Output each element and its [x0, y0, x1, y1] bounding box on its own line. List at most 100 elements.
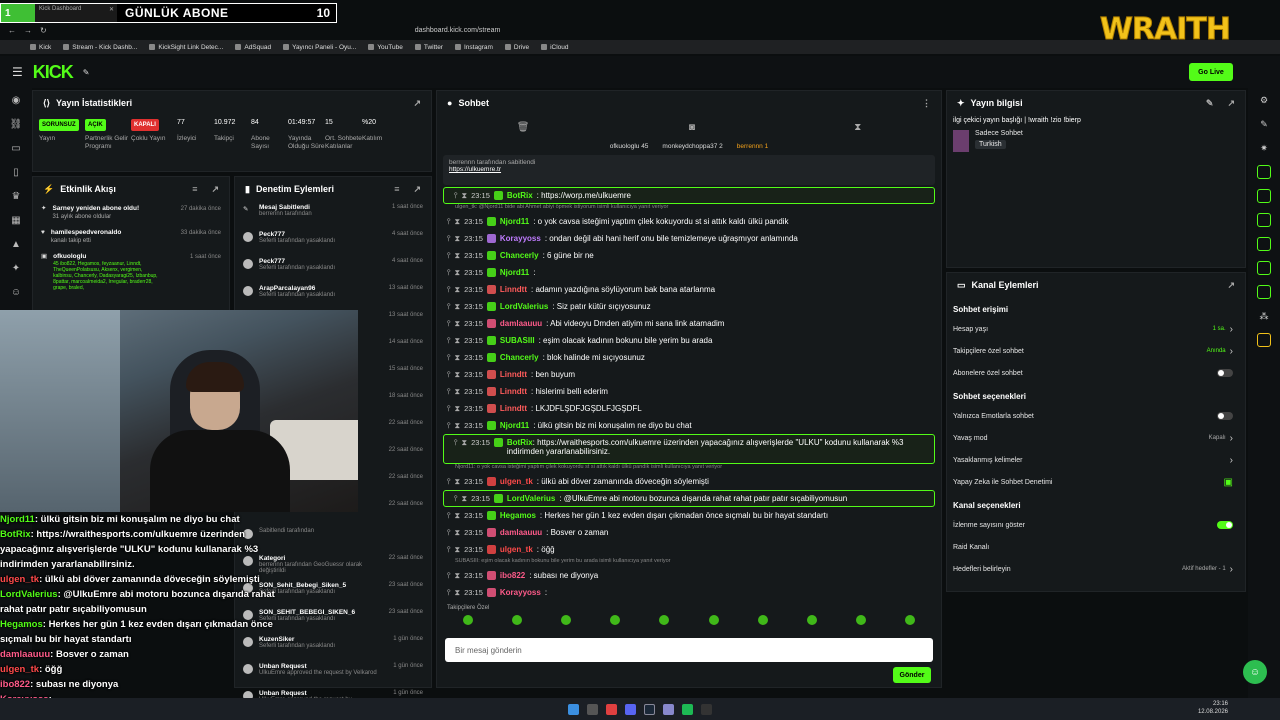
pin-action-icon[interactable]: ⫯ [447, 511, 450, 521]
message-user[interactable]: BotRix [507, 438, 533, 447]
action-control[interactable]: Kapalı › [1209, 433, 1233, 444]
action-row[interactable]: Hedefleri belirleyin Aktif hedefler - 1 › [947, 558, 1245, 580]
bookmark-item[interactable]: Kick [30, 44, 51, 51]
browser-icon[interactable] [606, 703, 617, 715]
pin-action-icon[interactable]: ⫯ [447, 217, 450, 227]
address-input[interactable]: dashboard.kick.com/stream [415, 27, 501, 34]
filter-icon[interactable]: ≡ [192, 184, 197, 194]
message-user[interactable]: Linndtt [500, 285, 527, 294]
bubble-icon[interactable]: ◙ [689, 122, 695, 133]
action-row[interactable]: Takipçilere özel sohbet Anında › [947, 340, 1245, 362]
trash-icon[interactable]: 🗑 [517, 122, 530, 133]
stream-icon[interactable]: ◉ [0, 88, 32, 112]
wrench-icon[interactable]: ✦ [0, 256, 32, 280]
obs-icon[interactable] [701, 703, 712, 715]
expand-icon[interactable]: ↗ [413, 184, 421, 195]
message-user[interactable]: Njord11 [500, 421, 529, 430]
bolt-icon[interactable] [1248, 160, 1280, 184]
pin-action-icon[interactable]: ⫯ [447, 477, 450, 487]
discord-icon[interactable] [625, 703, 636, 715]
pin-action-icon[interactable]: ⫯ [454, 438, 457, 448]
action-control[interactable]: 1 sa. › [1213, 324, 1233, 335]
action-control[interactable] [1217, 412, 1233, 420]
timeout-icon[interactable]: ⧗ [454, 336, 460, 346]
message-user[interactable]: SUBASIII [500, 336, 535, 345]
go-live-button[interactable]: Go Live [1189, 63, 1233, 81]
emote-icon[interactable] [462, 615, 473, 625]
emote-icon[interactable] [856, 615, 867, 625]
pin-action-icon[interactable]: ⫯ [447, 234, 450, 244]
pin-action-icon[interactable]: ⫯ [454, 191, 457, 201]
analytics-icon[interactable]: ▲ [0, 232, 32, 256]
emote-icon[interactable] [610, 615, 621, 625]
message-user[interactable]: damlaauuu [500, 319, 542, 328]
action-row[interactable]: Yasaklanmış kelimeler › [947, 449, 1245, 471]
bookmark-item[interactable]: Yayıncı Paneli - Oyu... [283, 44, 356, 51]
timeout-icon[interactable]: ⧗ [461, 438, 467, 448]
timeout-icon[interactable]: ⧗ [454, 251, 460, 261]
message-user[interactable]: Korayyoss [500, 234, 541, 243]
emote-icon[interactable] [905, 615, 916, 625]
pin-action-icon[interactable]: ⫯ [454, 494, 457, 504]
action-row[interactable]: Hesap yaşı 1 sa. › [947, 318, 1245, 340]
timeout-icon[interactable]: ⧗ [454, 234, 460, 244]
expand-icon[interactable]: ↗ [1227, 280, 1235, 291]
action-row[interactable]: Yalnızca Emotlarla sohbet [947, 405, 1245, 427]
message-user[interactable]: ibo822 [500, 571, 525, 580]
emote-icon[interactable] [806, 615, 817, 625]
timeout-icon[interactable]: ⧗ [454, 404, 460, 414]
message-user[interactable]: damlaauuu [500, 528, 542, 537]
bookmark-icon[interactable]: ▯ [0, 160, 32, 184]
expand-icon[interactable]: ↗ [413, 98, 421, 109]
pin-action-icon[interactable]: ⫯ [447, 251, 450, 261]
expand-icon[interactable]: ↗ [211, 184, 219, 195]
support-chat-icon[interactable]: ☺ [1243, 660, 1267, 684]
message-user[interactable]: Linndtt [500, 370, 527, 379]
edit-icon[interactable]: ✎ [1248, 112, 1280, 136]
action-control[interactable]: Aktif hedefler - 1 › [1182, 564, 1233, 575]
send-button[interactable]: Gönder [893, 667, 931, 683]
timeout-icon[interactable]: ⧗ [454, 477, 460, 487]
link-icon[interactable]: ⛓ [0, 112, 32, 136]
pin-action-icon[interactable]: ⫯ [447, 545, 450, 555]
message-user[interactable]: Njord11 [500, 268, 529, 277]
message-user[interactable]: Korayyoss [500, 588, 541, 597]
bookmark-item[interactable]: YouTube [368, 44, 403, 51]
message-user[interactable]: LordValerius [500, 302, 548, 311]
emote-icon[interactable] [757, 615, 768, 625]
active-icon[interactable] [1248, 328, 1280, 352]
toggle-switch[interactable] [1217, 412, 1233, 420]
pin-action-icon[interactable]: ⫯ [447, 285, 450, 295]
hourglass-icon[interactable]: ⧗ [854, 122, 861, 133]
pin-action-icon[interactable]: ⫯ [447, 268, 450, 278]
action-row[interactable]: Abonelere özel sohbet [947, 362, 1245, 384]
pin-action-icon[interactable]: ⫯ [447, 319, 450, 329]
timeout-icon[interactable]: ⧗ [454, 353, 460, 363]
expand-icon[interactable]: ↗ [1227, 98, 1235, 109]
timeout-icon[interactable]: ⧗ [454, 571, 460, 581]
bookmark-item[interactable]: AdSquad [235, 44, 271, 51]
message-user[interactable]: ulgen_tk [500, 477, 533, 486]
pin-action-icon[interactable]: ⫯ [447, 370, 450, 380]
filter-icon[interactable]: ≡ [394, 184, 399, 194]
emote-icon[interactable] [708, 615, 719, 625]
spotify-icon[interactable] [682, 703, 693, 715]
doc-icon[interactable] [1248, 184, 1280, 208]
chat-input[interactable]: Bir mesaj gönderin [445, 638, 933, 662]
emote-icon[interactable] [560, 615, 571, 625]
pin-action-icon[interactable]: ⫯ [447, 302, 450, 312]
toggle-switch[interactable] [1217, 521, 1233, 529]
timeout-icon[interactable]: ⧗ [454, 302, 460, 312]
toggle-switch[interactable] [1217, 369, 1233, 377]
bookmark-item[interactable]: Drive [504, 44, 529, 51]
emote-icon[interactable] [511, 615, 522, 625]
bookmark-item[interactable]: Stream - Kick Dashb... [63, 44, 137, 51]
timeout-icon[interactable]: ⧗ [454, 285, 460, 295]
bookmark-item[interactable]: Twitter [414, 44, 443, 51]
pin-action-icon[interactable]: ⫯ [447, 421, 450, 431]
timeout-icon[interactable]: ⧗ [454, 528, 460, 538]
back-icon[interactable]: ← [8, 26, 16, 35]
timeout-icon[interactable]: ⧗ [454, 370, 460, 380]
pin-icon[interactable]: ✎ [83, 68, 90, 77]
broadcast-icon[interactable] [1248, 232, 1280, 256]
